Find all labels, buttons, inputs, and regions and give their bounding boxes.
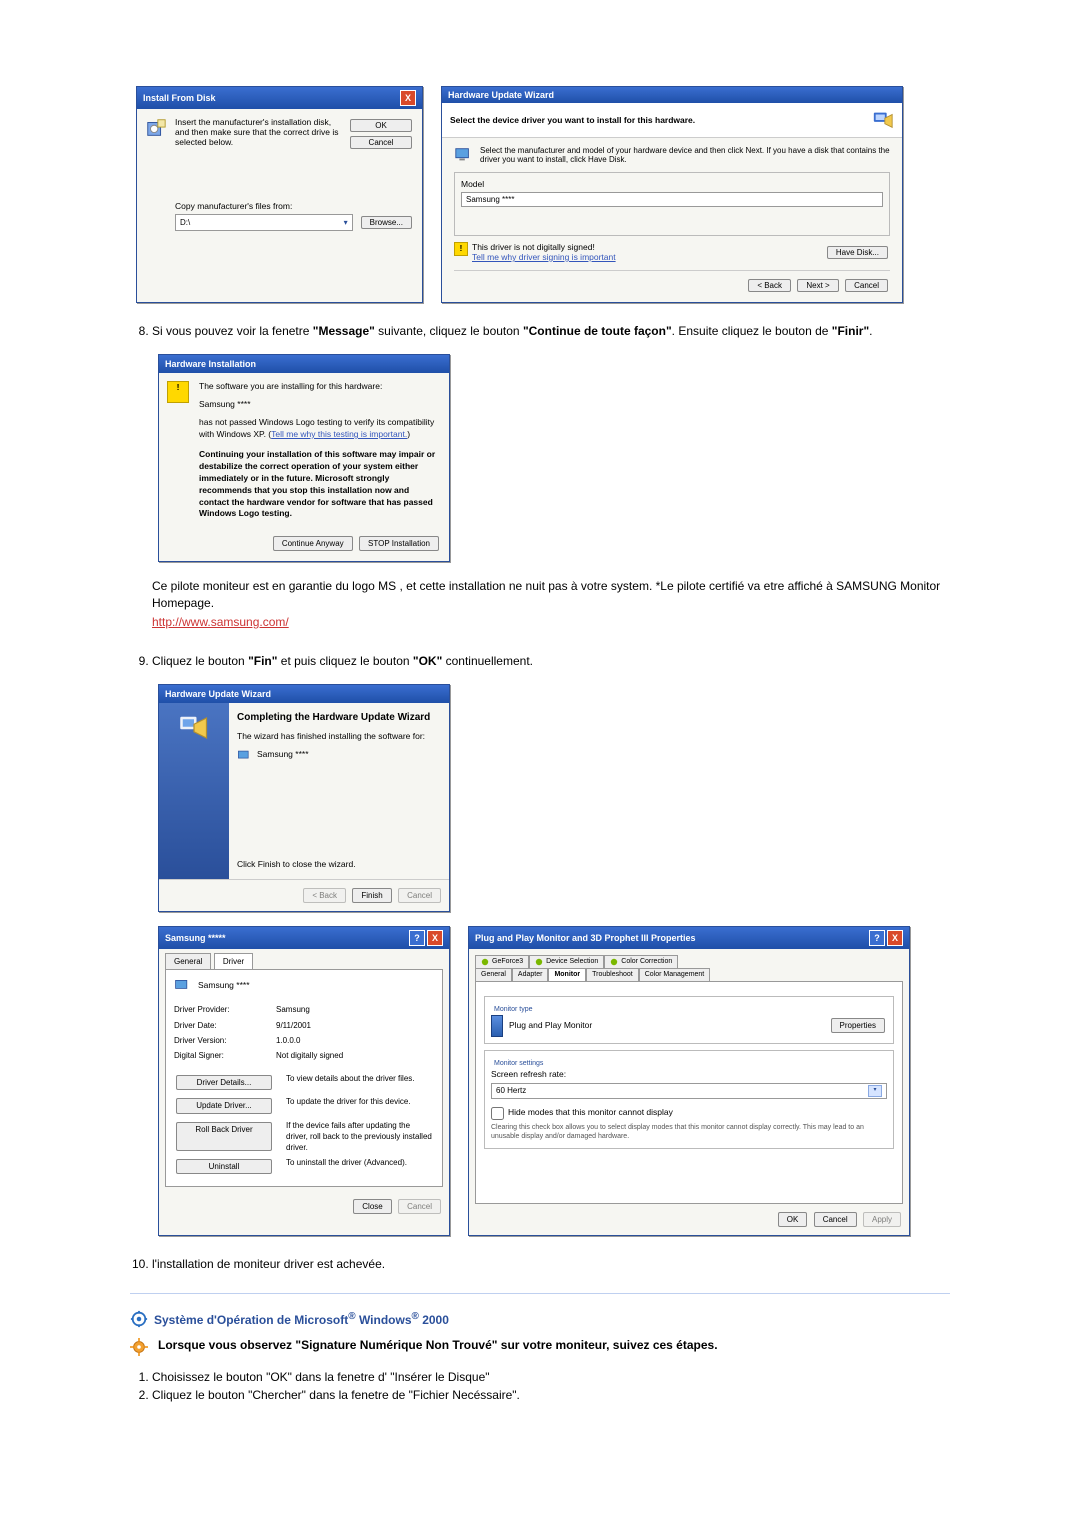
close-icon[interactable]: X (887, 930, 903, 946)
gear-icon (130, 1310, 148, 1328)
cancel-button[interactable]: Cancel (845, 279, 888, 292)
device-name: Samsung **** (199, 399, 441, 411)
hardware-installation-dialog: Hardware Installation ! The software you… (158, 354, 450, 563)
tab-device-selection[interactable]: Device Selection (529, 955, 604, 968)
path-value: D:\ (180, 218, 190, 227)
dialog-title: Samsung ***** (165, 932, 226, 945)
dialog-title: Install From Disk (143, 93, 216, 103)
model-value: Samsung **** (461, 192, 883, 207)
tab-adapter[interactable]: Adapter (512, 968, 549, 981)
warning-text: Continuing your installation of this sof… (199, 449, 441, 520)
properties-button[interactable]: Properties (831, 1018, 885, 1033)
sub-instruction: Lorsque vous observez "Signature Numériq… (158, 1338, 718, 1356)
monitor-icon (491, 1015, 503, 1037)
disk-icon (145, 117, 167, 139)
not-signed-text: This driver is not digitally signed! (472, 242, 616, 252)
gear-icon (130, 1338, 148, 1356)
continue-anyway-button[interactable]: Continue Anyway (273, 536, 353, 551)
dialog-title: Hardware Update Wizard (448, 90, 554, 100)
close-button[interactable]: Close (353, 1199, 391, 1214)
hide-modes-checkbox[interactable] (491, 1107, 504, 1120)
wizard-sidebar (159, 703, 229, 879)
paragraph: Ce pilote moniteur est en garantie du lo… (152, 578, 950, 612)
driver-details-button[interactable]: Driver Details... (176, 1075, 272, 1090)
nvidia-icon (535, 958, 543, 966)
tab-color-management[interactable]: Color Management (639, 968, 711, 981)
step-text: l'installation de moniteur driver est ac… (152, 1256, 950, 1273)
monitor-icon (237, 749, 251, 763)
pnp-monitor-properties-dialog: Plug and Play Monitor and 3D Prophet III… (468, 926, 910, 1236)
stop-installation-button[interactable]: STOP Installation (359, 536, 439, 551)
cancel-button: Cancel (398, 888, 441, 903)
driver-properties-dialog: Samsung ***** ? X General Driver (158, 926, 450, 1236)
dialog-title: Hardware Update Wizard (165, 688, 271, 701)
wizard-heading: Select the device driver you want to ins… (450, 115, 695, 125)
install-from-disk-dialog: Install From Disk X Insert the manufactu… (136, 86, 423, 303)
signing-link[interactable]: Tell me why driver signing is important (472, 252, 616, 262)
device-name: Samsung **** (198, 980, 250, 992)
close-icon[interactable]: X (400, 90, 416, 106)
chevron-down-icon: ▾ (868, 1085, 882, 1097)
device-name: Samsung **** (257, 749, 309, 763)
tab-general[interactable]: General (475, 968, 512, 981)
dialog-title: Plug and Play Monitor and 3D Prophet III… (475, 932, 696, 945)
sub-step: Choisissez le bouton "OK" dans la fenetr… (152, 1368, 950, 1386)
cancel-button: Cancel (398, 1199, 441, 1214)
testing-link[interactable]: Tell me why this testing is important. (271, 429, 407, 439)
browse-button[interactable]: Browse... (361, 216, 412, 229)
model-label: Model (461, 179, 883, 189)
nvidia-icon (481, 958, 489, 966)
warning-icon: ! (454, 242, 468, 256)
tab-color-correction[interactable]: Color Correction (604, 955, 678, 968)
warning-icon: ! (167, 381, 189, 403)
tab-geforce3[interactable]: GeForce3 (475, 955, 529, 968)
install-line1: The software you are installing for this… (199, 381, 441, 393)
instruction-text: Insert the manufacturer's installation d… (175, 117, 340, 151)
device-wizard-icon (179, 713, 209, 743)
sub-step: Cliquez le bouton "Chercher" dans la fen… (152, 1386, 950, 1404)
copy-from-label: Copy manufacturer's files from: (175, 201, 414, 211)
tab-general[interactable]: General (165, 953, 211, 969)
monitor-icon (174, 978, 190, 994)
hardware-wizard-select-dialog: Hardware Update Wizard Select the device… (441, 86, 903, 303)
ok-button[interactable]: OK (350, 119, 412, 132)
update-driver-button[interactable]: Update Driver... (176, 1098, 272, 1113)
finish-button[interactable]: Finish (352, 888, 391, 903)
step-text: Si vous pouvez voir la fenetre (152, 324, 313, 338)
device-wizard-icon (872, 109, 894, 131)
ok-button[interactable]: OK (778, 1212, 808, 1227)
chevron-down-icon[interactable]: ▾ (344, 218, 348, 227)
next-button[interactable]: Next > (797, 279, 838, 292)
monitor-type: Plug and Play Monitor (509, 1020, 592, 1032)
tab-driver[interactable]: Driver (214, 953, 253, 969)
help-icon[interactable]: ? (409, 930, 425, 946)
dialog-title: Hardware Installation (165, 358, 256, 371)
uninstall-button[interactable]: Uninstall (176, 1159, 272, 1174)
refresh-rate-select[interactable]: 60 Hertz ▾ (491, 1083, 887, 1099)
separator (130, 1293, 950, 1294)
tab-troubleshoot[interactable]: Troubleshoot (586, 968, 639, 981)
back-button[interactable]: < Back (748, 279, 791, 292)
rollback-driver-button[interactable]: Roll Back Driver (176, 1122, 272, 1152)
wizard-complete-dialog: Hardware Update Wizard Completing the Ha… (158, 684, 450, 913)
samsung-link[interactable]: http://www.samsung.com/ (152, 615, 289, 629)
tab-monitor[interactable]: Monitor (548, 968, 586, 981)
have-disk-button[interactable]: Have Disk... (827, 246, 888, 259)
help-icon[interactable]: ? (869, 930, 885, 946)
back-button: < Back (303, 888, 346, 903)
wizard-heading: Completing the Hardware Update Wizard (237, 711, 441, 725)
cancel-button[interactable]: Cancel (350, 136, 412, 149)
apply-button: Apply (863, 1212, 901, 1227)
close-icon[interactable]: X (427, 930, 443, 946)
monitor-icon (454, 146, 472, 164)
section-heading: Système d'Opération de Microsoft® Window… (154, 1311, 449, 1327)
wizard-text: Select the manufacturer and model of you… (480, 146, 890, 164)
nvidia-icon (610, 958, 618, 966)
cancel-button[interactable]: Cancel (814, 1212, 857, 1227)
